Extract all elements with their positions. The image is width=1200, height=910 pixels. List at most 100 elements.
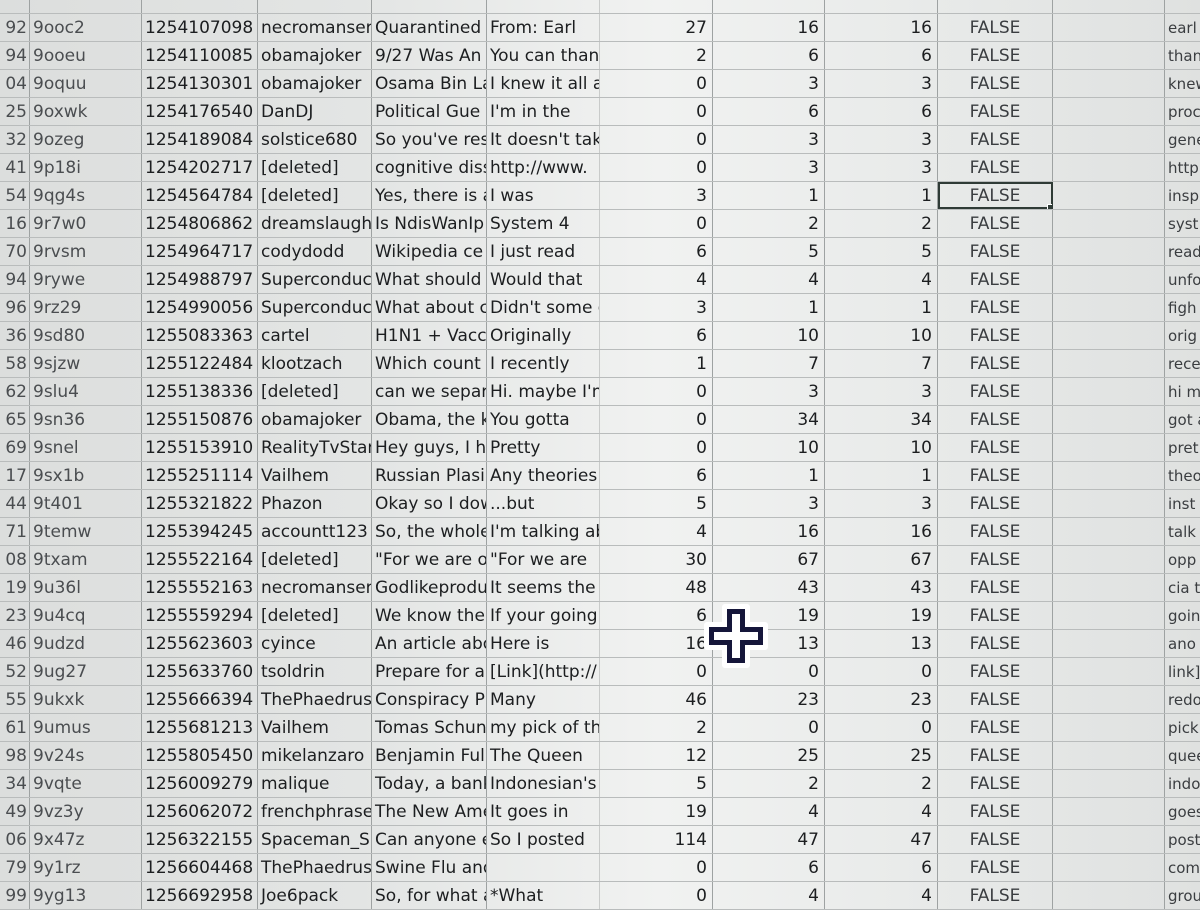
- count-c-cell[interactable]: 1: [825, 182, 938, 209]
- body-cell[interactable]: So I posted: [487, 826, 600, 853]
- timestamp-cell[interactable]: 1256062072: [142, 798, 258, 825]
- title-cell[interactable]: What about c: [372, 294, 487, 321]
- row-number[interactable]: 92: [0, 14, 30, 41]
- body-cell[interactable]: I recently: [487, 350, 600, 377]
- timestamp-cell[interactable]: 1254564784: [142, 182, 258, 209]
- count-c-cell[interactable]: 25: [825, 742, 938, 769]
- empty-cell[interactable]: [1053, 70, 1165, 97]
- count-a-cell[interactable]: 0: [600, 406, 713, 433]
- cell[interactable]: [1053, 0, 1165, 13]
- count-a-cell[interactable]: 0: [600, 882, 713, 909]
- empty-cell[interactable]: [1053, 210, 1165, 237]
- body-cell[interactable]: Would that: [487, 266, 600, 293]
- author-cell[interactable]: obamajoker: [258, 42, 372, 69]
- row-number[interactable]: 98: [0, 742, 30, 769]
- row-number[interactable]: 52: [0, 658, 30, 685]
- author-cell[interactable]: [deleted]: [258, 546, 372, 573]
- title-cell[interactable]: H1N1 + Vacc: [372, 322, 487, 349]
- author-cell[interactable]: DanDJ: [258, 98, 372, 125]
- count-b-cell[interactable]: 3: [713, 126, 825, 153]
- post-id-cell[interactable]: 9ooc2: [30, 14, 142, 41]
- count-a-cell[interactable]: 0: [600, 126, 713, 153]
- post-id-cell[interactable]: 9umus: [30, 714, 142, 741]
- empty-cell[interactable]: [1053, 322, 1165, 349]
- body-cell[interactable]: Many: [487, 686, 600, 713]
- timestamp-cell[interactable]: 1254110085: [142, 42, 258, 69]
- title-cell[interactable]: Wikipedia ce: [372, 238, 487, 265]
- empty-cell[interactable]: [1053, 714, 1165, 741]
- timestamp-cell[interactable]: 1256322155: [142, 826, 258, 853]
- count-a-cell[interactable]: 16: [600, 630, 713, 657]
- title-cell[interactable]: So, the whole: [372, 518, 487, 545]
- flag-cell[interactable]: FALSE: [938, 602, 1053, 629]
- author-cell[interactable]: necromanser: [258, 574, 372, 601]
- count-a-cell[interactable]: 0: [600, 434, 713, 461]
- body-cell[interactable]: I was: [487, 182, 600, 209]
- count-b-cell[interactable]: 43: [713, 574, 825, 601]
- row-number[interactable]: 32: [0, 126, 30, 153]
- timestamp-cell[interactable]: 1254202717: [142, 154, 258, 181]
- title-cell[interactable]: Today, a bank: [372, 770, 487, 797]
- post-id-cell[interactable]: 9rz29: [30, 294, 142, 321]
- count-c-cell[interactable]: 5: [825, 238, 938, 265]
- count-c-cell[interactable]: 67: [825, 546, 938, 573]
- author-cell[interactable]: Joe6pack: [258, 882, 372, 909]
- count-c-cell[interactable]: 2: [825, 770, 938, 797]
- body-cell[interactable]: If your going: [487, 602, 600, 629]
- title-cell[interactable]: can we separ: [372, 378, 487, 405]
- author-cell[interactable]: obamajoker: [258, 70, 372, 97]
- empty-cell[interactable]: [1053, 98, 1165, 125]
- flag-cell[interactable]: FALSE: [938, 98, 1053, 125]
- count-c-cell[interactable]: 3: [825, 70, 938, 97]
- text-cell[interactable]: earl: [1165, 14, 1200, 41]
- text-cell[interactable]: insp: [1165, 182, 1200, 209]
- post-id-cell[interactable]: 9yg13: [30, 882, 142, 909]
- count-b-cell[interactable]: 2: [713, 770, 825, 797]
- timestamp-cell[interactable]: 1255321822: [142, 490, 258, 517]
- row-number[interactable]: 36: [0, 322, 30, 349]
- flag-cell[interactable]: FALSE: [938, 742, 1053, 769]
- timestamp-cell[interactable]: 1255666394: [142, 686, 258, 713]
- timestamp-cell[interactable]: 1255394245: [142, 518, 258, 545]
- author-cell[interactable]: dreamslaugh: [258, 210, 372, 237]
- row-number[interactable]: 65: [0, 406, 30, 433]
- count-c-cell[interactable]: 13: [825, 630, 938, 657]
- text-cell[interactable]: http: [1165, 154, 1200, 181]
- count-c-cell[interactable]: 4: [825, 798, 938, 825]
- count-c-cell[interactable]: 4: [825, 266, 938, 293]
- title-cell[interactable]: Tomas Schun: [372, 714, 487, 741]
- count-c-cell[interactable]: 3: [825, 154, 938, 181]
- empty-cell[interactable]: [1053, 798, 1165, 825]
- post-id-cell[interactable]: 9vz3y: [30, 798, 142, 825]
- timestamp-cell[interactable]: 1255633760: [142, 658, 258, 685]
- body-cell[interactable]: ...but: [487, 490, 600, 517]
- empty-cell[interactable]: [1053, 882, 1165, 909]
- title-cell[interactable]: So, for what a: [372, 882, 487, 909]
- count-c-cell[interactable]: 3: [825, 490, 938, 517]
- flag-cell[interactable]: FALSE: [938, 798, 1053, 825]
- count-a-cell[interactable]: 30: [600, 546, 713, 573]
- empty-cell[interactable]: [1053, 854, 1165, 881]
- body-cell[interactable]: *What: [487, 882, 600, 909]
- post-id-cell[interactable]: 9p18i: [30, 154, 142, 181]
- empty-cell[interactable]: [1053, 518, 1165, 545]
- count-c-cell[interactable]: 4: [825, 882, 938, 909]
- author-cell[interactable]: Vailhem: [258, 462, 372, 489]
- flag-cell[interactable]: FALSE: [938, 14, 1053, 41]
- timestamp-cell[interactable]: 1255559294: [142, 602, 258, 629]
- title-cell[interactable]: Russian Plasi: [372, 462, 487, 489]
- post-id-cell[interactable]: 9y1rz: [30, 854, 142, 881]
- row-number[interactable]: 06: [0, 826, 30, 853]
- timestamp-cell[interactable]: 1254964717: [142, 238, 258, 265]
- count-b-cell[interactable]: 34: [713, 406, 825, 433]
- flag-cell[interactable]: FALSE: [938, 630, 1053, 657]
- empty-cell[interactable]: [1053, 826, 1165, 853]
- title-cell[interactable]: We know the: [372, 602, 487, 629]
- count-b-cell[interactable]: 6: [713, 854, 825, 881]
- post-id-cell[interactable]: 9sjzw: [30, 350, 142, 377]
- count-a-cell[interactable]: 46: [600, 686, 713, 713]
- text-cell[interactable]: proc: [1165, 98, 1200, 125]
- text-cell[interactable]: redo: [1165, 686, 1200, 713]
- flag-cell[interactable]: FALSE: [938, 770, 1053, 797]
- body-cell[interactable]: I knew it all a: [487, 70, 600, 97]
